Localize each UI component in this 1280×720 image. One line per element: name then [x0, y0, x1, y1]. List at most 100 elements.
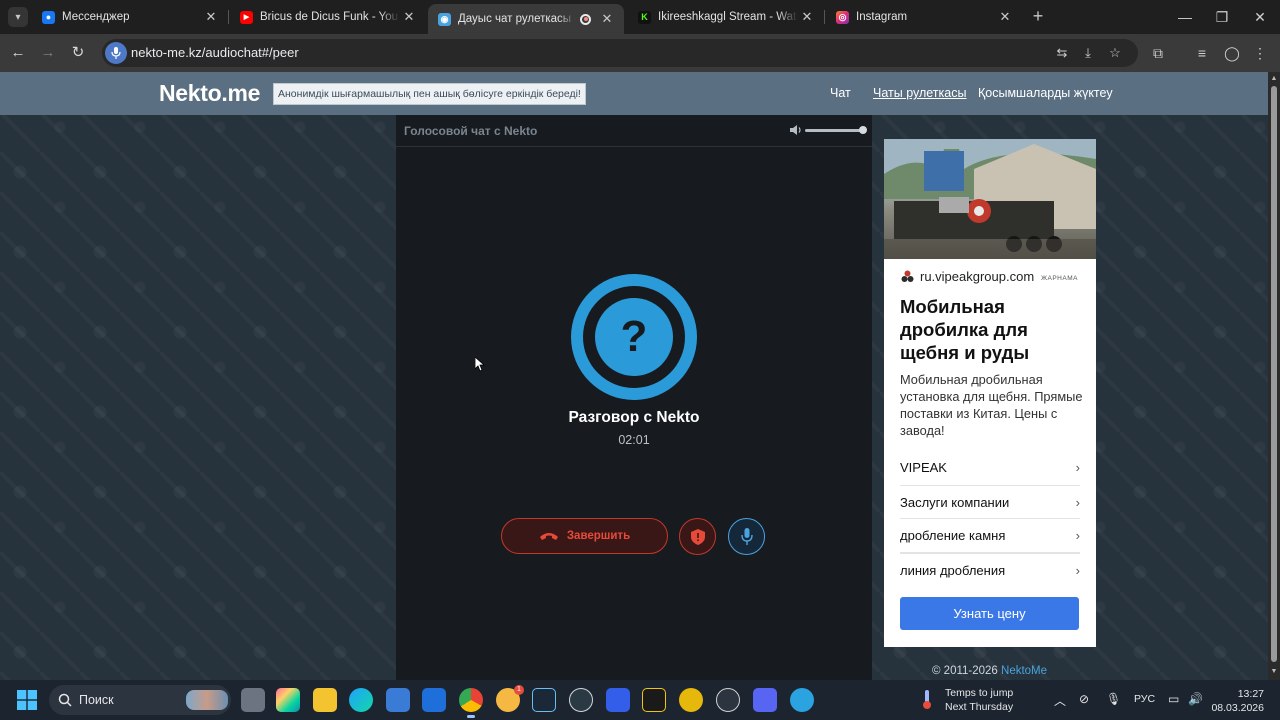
- ad-link-company[interactable]: Заслуги компании ›: [900, 485, 1080, 519]
- ad-image[interactable]: [884, 139, 1096, 259]
- volume-slider-handle[interactable]: [859, 126, 867, 134]
- search-highlight-image: [186, 690, 228, 710]
- question-mark-icon: ?: [595, 298, 673, 376]
- steam-icon[interactable]: [532, 688, 556, 712]
- microphone-tray-icon[interactable]: 🎙: [1106, 692, 1121, 706]
- game-app-icon[interactable]: 1: [496, 685, 524, 712]
- youtube-icon: ▶: [240, 10, 253, 24]
- tray-expand-icon[interactable]: ︿: [1054, 692, 1066, 709]
- page-scrollbar[interactable]: ▲ ▼: [1268, 72, 1280, 680]
- clock-date: 08.03.2026: [1211, 702, 1264, 714]
- mail-icon[interactable]: [422, 688, 446, 712]
- close-tab-icon[interactable]: ✕: [798, 9, 816, 25]
- ad-domain[interactable]: ru.vipeakgroup.com: [920, 269, 1036, 284]
- microphone-icon: [740, 528, 753, 545]
- task-view-icon[interactable]: [241, 688, 265, 712]
- weather-line-1[interactable]: Temps to jump: [945, 687, 1013, 699]
- shield-icon: [690, 528, 705, 545]
- store-icon[interactable]: [386, 688, 410, 712]
- weather-line-2[interactable]: Next Thursday: [945, 701, 1013, 713]
- tab-messenger[interactable]: ● Мессенджер ✕: [32, 4, 228, 30]
- nav-chat[interactable]: Чат: [830, 86, 851, 100]
- scrollbar-thumb[interactable]: [1271, 86, 1277, 662]
- scroll-down-arrow-icon[interactable]: ▼: [1270, 668, 1278, 676]
- browser-toolbar: ← → ↻ nekto-me.kz/audiochat#/peer ⇆ ⤓ ☆ …: [0, 34, 1280, 72]
- discord-icon[interactable]: [753, 688, 777, 712]
- new-tab-button[interactable]: +: [1028, 6, 1048, 26]
- network-off-icon[interactable]: ⊘: [1079, 692, 1089, 706]
- mouse-cursor-icon: [475, 357, 485, 372]
- end-call-button[interactable]: Завершить: [501, 518, 668, 554]
- vipeak-logo-icon: [901, 270, 914, 282]
- windows-start-icon[interactable]: [17, 690, 37, 710]
- obs-icon[interactable]: [716, 688, 740, 712]
- microphone-icon[interactable]: [105, 42, 127, 64]
- settings-app-icon[interactable]: [569, 688, 593, 712]
- close-tab-icon[interactable]: ✕: [996, 9, 1014, 25]
- tab-kick[interactable]: K Ikireeshkaggl Stream - Watch Li ✕: [628, 4, 824, 30]
- tab-nekto-active[interactable]: ◉ Дауыс чат рулеткасы — Ne ✕: [428, 4, 624, 34]
- roblox-icon[interactable]: [606, 688, 630, 712]
- tab-instagram[interactable]: ◎ Instagram ✕: [826, 4, 1022, 30]
- restore-button[interactable]: ❐: [1204, 4, 1240, 30]
- kick-icon: K: [638, 10, 651, 24]
- sun-app-icon[interactable]: [642, 688, 666, 712]
- report-button[interactable]: [679, 518, 716, 555]
- system-clock[interactable]: 13:27 08.03.2026: [1210, 687, 1264, 715]
- close-tab-icon[interactable]: ✕: [202, 9, 220, 25]
- forward-button[interactable]: →: [38, 43, 58, 63]
- tab-title: Ikireeshkaggl Stream - Watch Li: [658, 11, 798, 23]
- tab-divider: [228, 10, 229, 24]
- close-tab-icon[interactable]: ✕: [400, 9, 418, 25]
- display-icon[interactable]: ▭: [1168, 692, 1179, 706]
- ad-link-crushing-line[interactable]: линия дробления ›: [900, 553, 1080, 587]
- tab-title: Bricus de Dicus Funk - YouTube: [260, 11, 400, 23]
- ad-label: ЖАРНАМА: [1041, 275, 1078, 282]
- media-control-icon[interactable]: ≡: [1192, 43, 1212, 63]
- volume-slider[interactable]: [805, 129, 863, 132]
- scroll-up-arrow-icon[interactable]: ▲: [1270, 75, 1278, 83]
- clock-time: 13:27: [1237, 688, 1264, 700]
- footer-brand-link[interactable]: NektoMe: [1001, 665, 1047, 677]
- site-logo[interactable]: Nekto.me: [159, 80, 260, 107]
- ad-cta-button[interactable]: Узнать цену: [900, 597, 1079, 630]
- call-timer: 02:01: [618, 433, 650, 447]
- taskbar-search[interactable]: Поиск: [49, 685, 231, 715]
- reload-button[interactable]: ↻: [68, 43, 88, 63]
- edge-icon[interactable]: [349, 688, 373, 712]
- file-explorer-icon[interactable]: [313, 688, 337, 712]
- nav-download-apps[interactable]: Қосымшаларды жүктеу: [978, 86, 1113, 100]
- language-indicator[interactable]: РУС: [1134, 693, 1155, 705]
- site-footer: © 2011-2026 NektoMe: [932, 665, 1047, 677]
- ad-link-vipeak[interactable]: VIPEAK ›: [900, 451, 1080, 485]
- address-bar[interactable]: nekto-me.kz/audiochat#/peer ⇆ ⤓ ☆: [102, 39, 1138, 67]
- chevron-right-icon: ›: [1075, 528, 1080, 543]
- ad-title[interactable]: Мобильная дробилка для щебня и руды: [900, 295, 1090, 364]
- close-tab-icon[interactable]: ✕: [598, 11, 616, 27]
- volume-icon[interactable]: [789, 123, 803, 137]
- nav-chat-roulette[interactable]: Чаты рулеткасы: [873, 86, 966, 100]
- tab-youtube[interactable]: ▶ Bricus de Dicus Funk - YouTube ✕: [230, 4, 426, 30]
- install-app-icon[interactable]: ⤓: [1078, 43, 1098, 63]
- back-button[interactable]: ←: [8, 43, 28, 63]
- ad-link-stone-crushing[interactable]: дробление камня ›: [900, 519, 1080, 553]
- yellow-app-icon[interactable]: [679, 688, 703, 712]
- microphone-button[interactable]: [728, 518, 765, 555]
- notification-badge: 1: [514, 685, 524, 695]
- translate-icon[interactable]: ⇆: [1052, 43, 1072, 63]
- tab-search-button[interactable]: ▾: [8, 7, 28, 27]
- widgets-app-icon[interactable]: [276, 688, 300, 712]
- close-window-button[interactable]: ✕: [1242, 4, 1278, 30]
- telegram-icon[interactable]: [790, 688, 814, 712]
- minimize-button[interactable]: —: [1167, 4, 1203, 30]
- volume-tray-icon[interactable]: 🔊: [1188, 692, 1203, 706]
- extensions-icon[interactable]: ⧉: [1148, 43, 1168, 63]
- menu-kebab-icon[interactable]: ⋮: [1250, 43, 1270, 63]
- bookmark-star-icon[interactable]: ☆: [1105, 43, 1125, 63]
- profile-icon[interactable]: ◯: [1222, 43, 1242, 63]
- peer-name: Разговор с Nekto: [568, 409, 700, 426]
- instagram-icon: ◎: [836, 10, 849, 24]
- ad-link-label: дробление камня: [900, 528, 1006, 543]
- advertisement[interactable]: ru.vipeakgroup.com ЖАРНАМА Мобильная дро…: [884, 139, 1096, 647]
- chrome-icon[interactable]: [459, 688, 483, 718]
